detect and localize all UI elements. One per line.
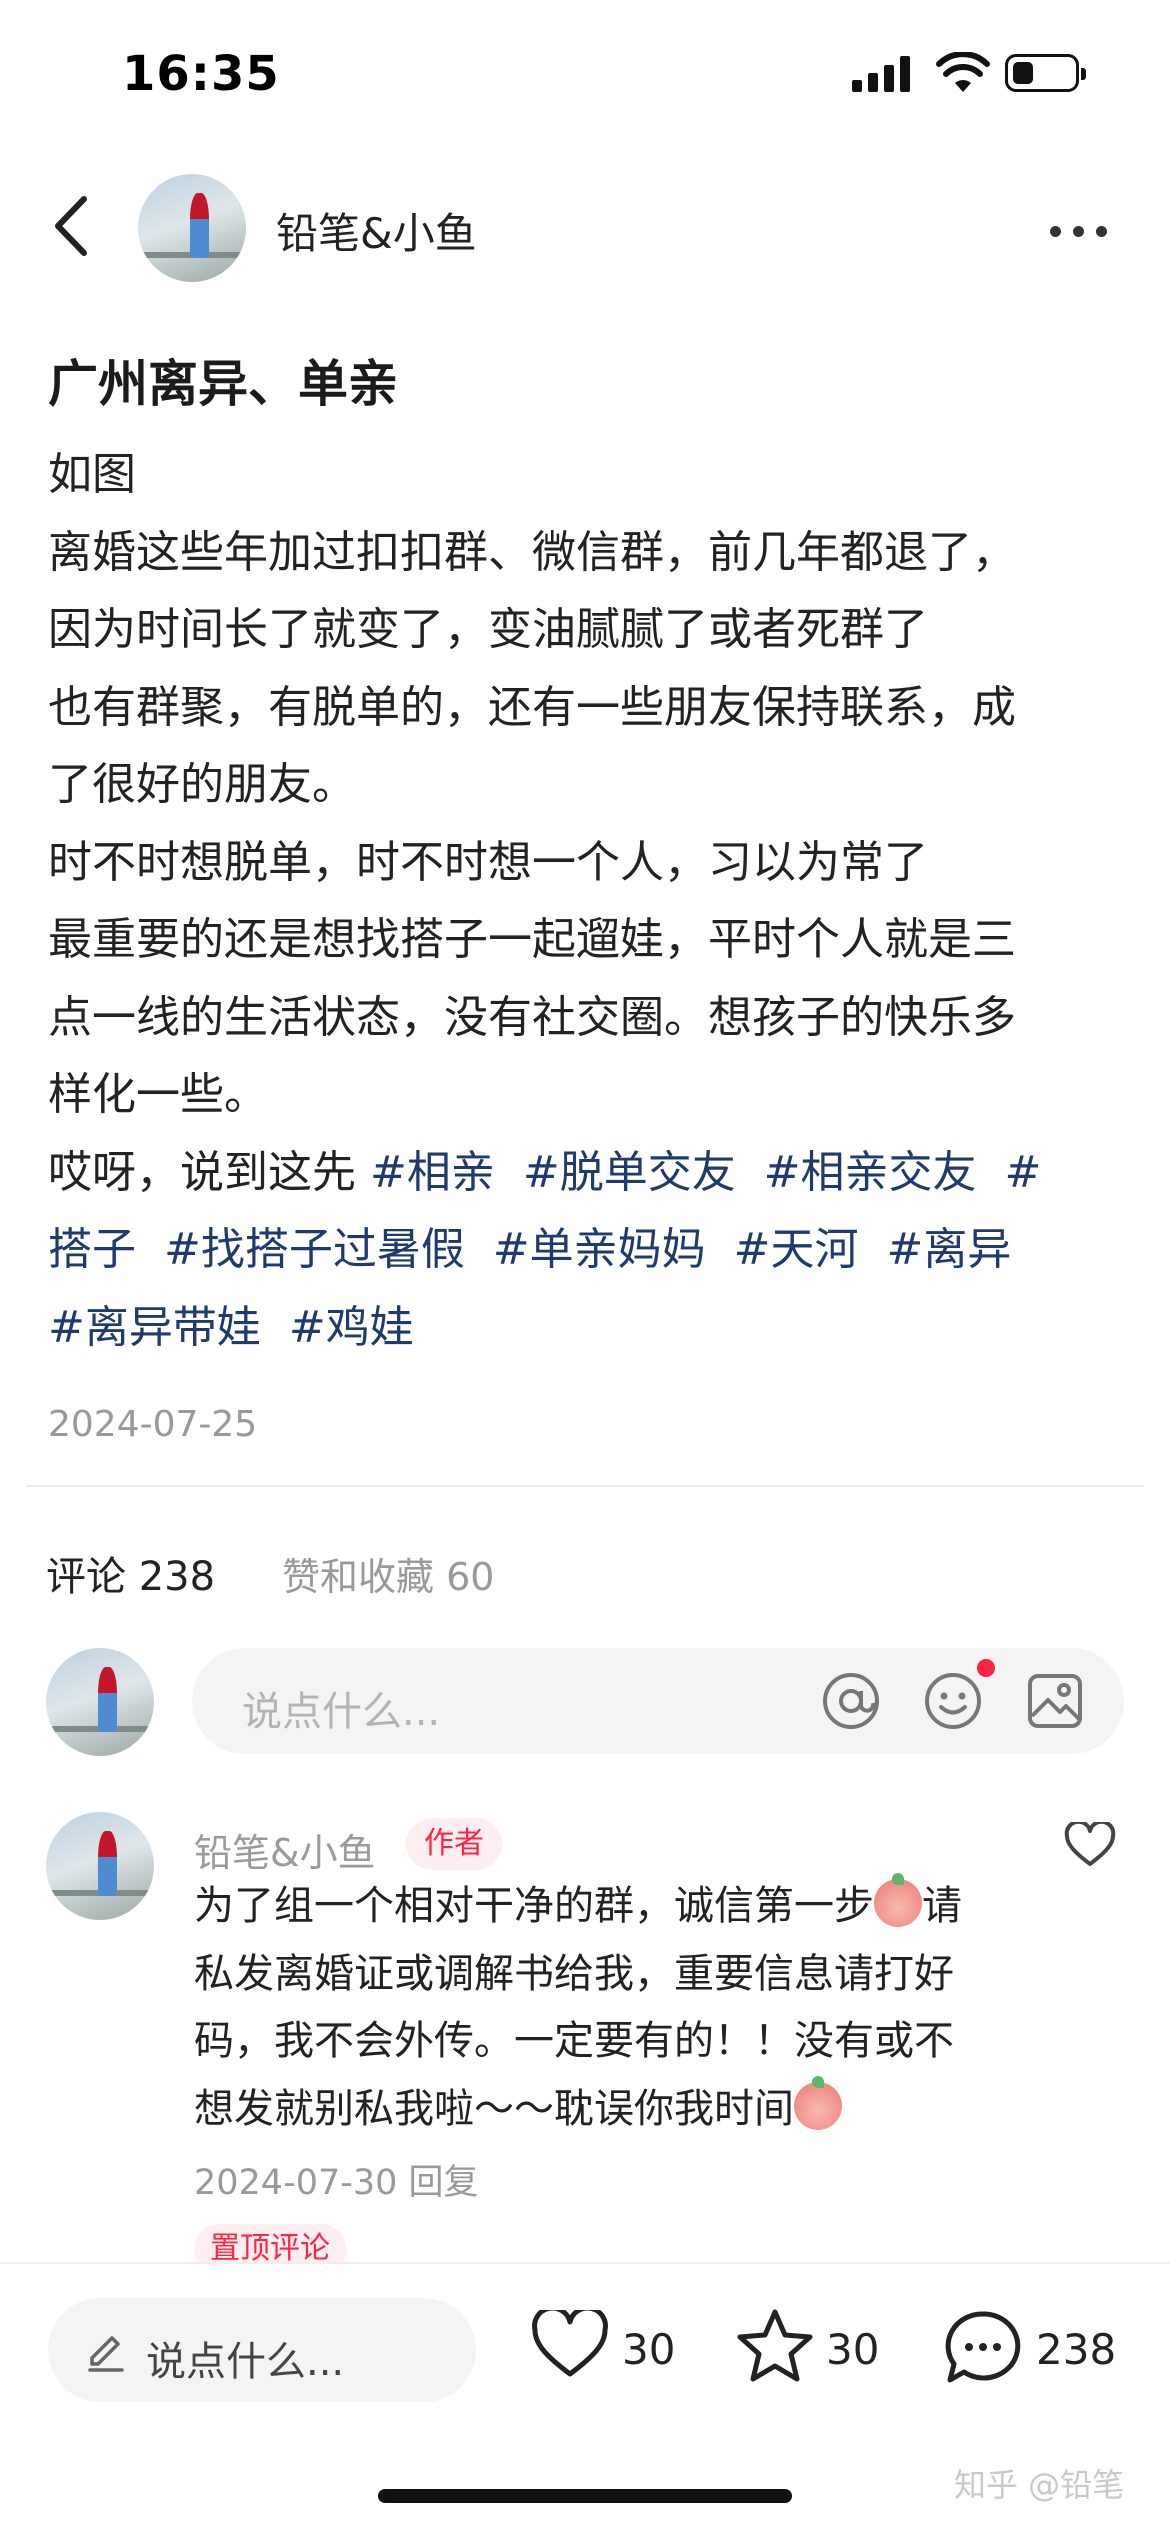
like-icon[interactable] <box>532 2310 608 2378</box>
more-options-icon[interactable] <box>1050 222 1119 241</box>
post-line: 也有群聚，有脱单的，还有一些朋友保持联系，成 <box>48 681 1016 733</box>
emoji-icon[interactable] <box>922 1670 984 1732</box>
battery-icon <box>1005 54 1086 92</box>
comment-input-placeholder: 说点什么... <box>242 1689 441 1735</box>
mention-icon[interactable] <box>820 1670 882 1732</box>
wifi-icon <box>936 52 990 92</box>
tag-line-prefix: 哎呀，说到这先 <box>48 1146 370 1198</box>
hashtag-links[interactable]: 搭子 #找搭子过暑假 #单亲妈妈 #天河 #离异 <box>48 1211 1128 1289</box>
comment-count-tab[interactable]: 评论 238 <box>46 1544 215 1602</box>
back-arrow-icon[interactable] <box>52 195 88 257</box>
home-indicator[interactable] <box>378 2489 792 2503</box>
favorite-star-icon[interactable] <box>735 2308 815 2384</box>
emoji-sticker-icon <box>874 1873 922 1927</box>
comment-like-icon[interactable] <box>1064 1822 1116 1868</box>
post-title: 广州离异、单亲 <box>48 355 398 413</box>
like-count: 30 <box>622 2325 676 2374</box>
author-name[interactable]: 铅笔&小鱼 <box>276 200 477 261</box>
comment-meta-reply[interactable]: 2024-07-30 回复 <box>194 2154 479 2205</box>
post-line: 如图 <box>48 449 136 500</box>
notification-dot <box>977 1659 995 1677</box>
post-date: 2024-07-25 <box>48 1404 258 1445</box>
post-line: 因为时间长了就变了，变油腻腻了或者死群了 <box>48 604 928 655</box>
emoji-sticker-icon <box>794 2075 842 2130</box>
post-body: 如图 离婚这些年加过扣扣群、微信群，前几年都退了， 因为时间长了就变了，变油腻腻… <box>48 436 1128 1366</box>
status-time: 16:35 <box>122 46 280 102</box>
watermark: 知乎 @铅笔 <box>954 2466 1125 2504</box>
divider <box>26 1485 1144 1487</box>
author-badge: 作者 <box>406 1818 502 1870</box>
pencil-icon <box>88 2336 124 2372</box>
image-icon[interactable] <box>1026 1672 1084 1730</box>
signal-icon <box>852 56 910 92</box>
likes-favorites-tab[interactable]: 赞和收藏 60 <box>282 1546 494 1601</box>
post-tag-line: 哎呀，说到这先 #相亲 #脱单交友 #相亲交友 # <box>48 1134 1128 1212</box>
favorite-count: 30 <box>826 2325 880 2374</box>
post-line: 样化一些。 <box>48 1069 268 1120</box>
comment-text: 为了组一个相对干净的群，诚信第一步请 私发离婚证或调解书给我，重要信息请打好 码… <box>194 1873 1044 2143</box>
commenter-name[interactable]: 铅笔&小鱼 <box>194 1822 376 1877</box>
post-line: 点一线的生活状态，没有社交圈。想孩子的快乐多 <box>48 991 1016 1043</box>
post-line: 了很好的朋友。 <box>48 759 356 810</box>
post-line: 最重要的还是想找搭子一起遛娃，平时个人就是三 <box>48 914 1016 965</box>
author-avatar[interactable] <box>138 174 246 282</box>
user-avatar <box>46 1648 154 1756</box>
comment-bubble-icon[interactable] <box>944 2310 1022 2384</box>
hashtag-links[interactable]: #相亲 #脱单交友 #相亲交友 # <box>370 1147 1041 1198</box>
commenter-avatar[interactable] <box>46 1812 154 1920</box>
hashtag-links[interactable]: #离异带娃 #鸡娃 <box>48 1289 1128 1367</box>
post-line: 离婚这些年加过扣扣群、微信群，前几年都退了， <box>48 526 1016 578</box>
post-line: 时不时想脱单，时不时想一个人，习以为常了 <box>48 836 928 888</box>
bottom-input-placeholder: 说点什么... <box>146 2339 345 2385</box>
comment-count: 238 <box>1036 2325 1117 2374</box>
